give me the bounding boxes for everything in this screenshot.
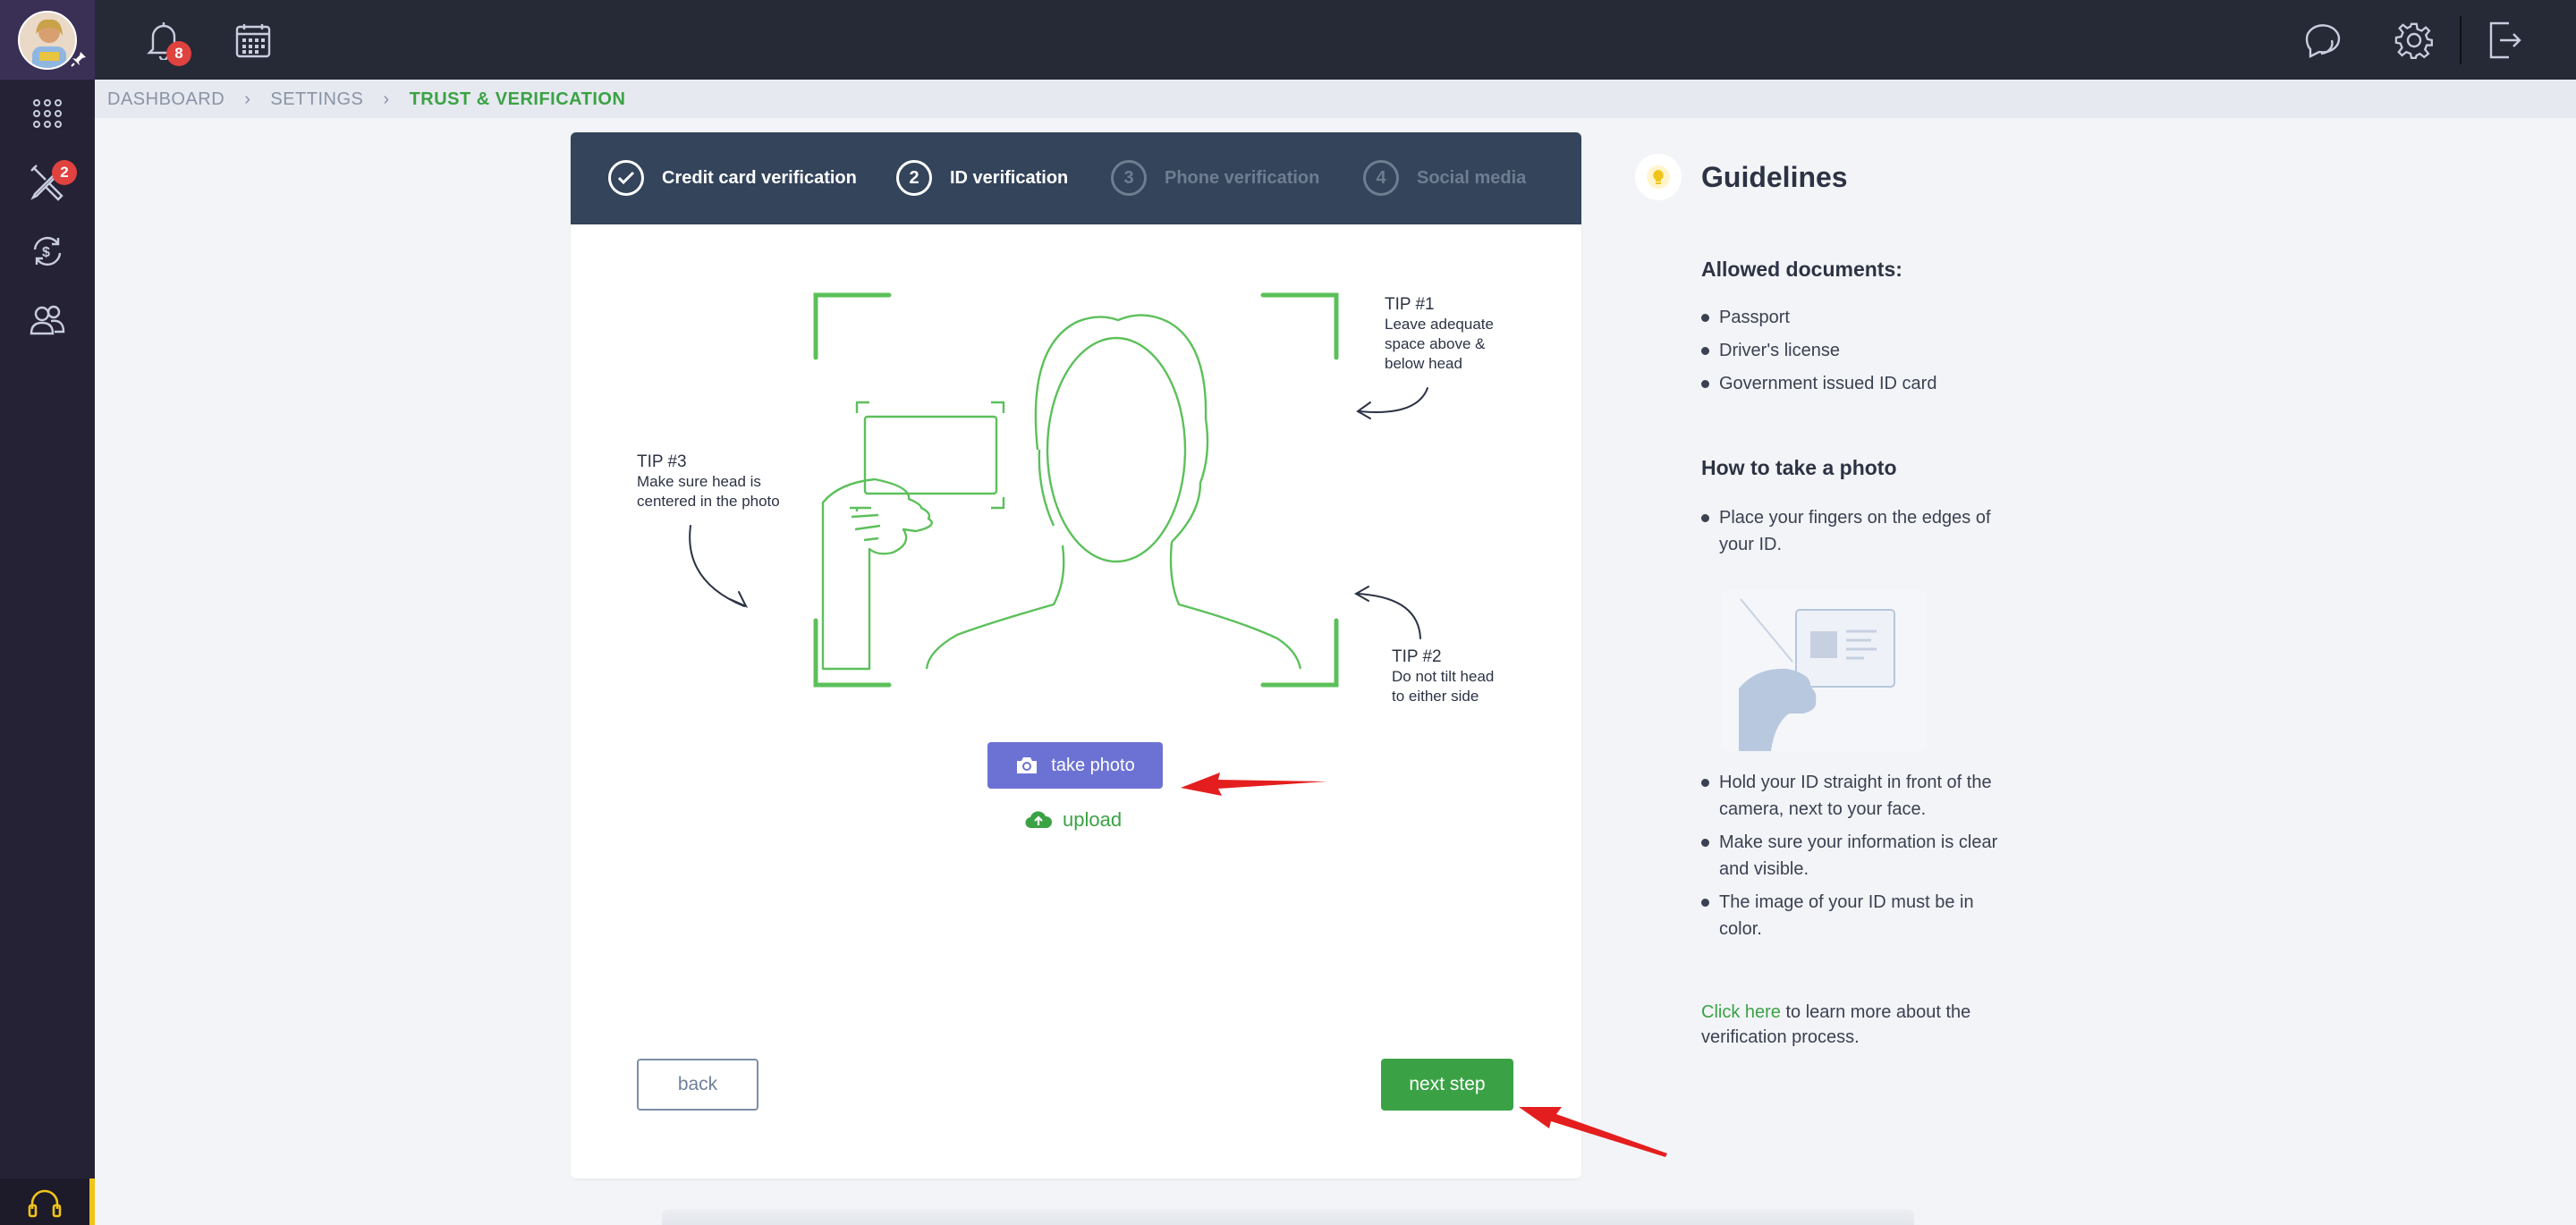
tip-text: Leave adequate [1385, 316, 1494, 333]
money-exchange-icon[interactable]: $ [0, 217, 95, 285]
chat-icon[interactable] [2302, 18, 2347, 63]
list-item: Driver's license [1701, 337, 2014, 364]
head-outline [925, 314, 1302, 670]
tip-title: TIP #1 [1385, 295, 1435, 314]
support-headset-icon[interactable] [0, 1179, 95, 1225]
step-number: 2 [896, 160, 932, 196]
step-label: Credit card verification [662, 167, 857, 188]
id-hold-example-image [1721, 590, 1927, 751]
lightbulb-icon [1635, 154, 1682, 200]
left-sidebar: 2 $ [0, 0, 95, 1225]
list-item: Make sure your information is clear and … [1701, 829, 2014, 883]
tip-1: TIP #1 Leave adequate space above & belo… [1385, 295, 1494, 374]
step-social-media[interactable]: 4 Social media [1363, 159, 1526, 197]
tools-badge: 2 [52, 160, 77, 185]
hand-with-id [821, 401, 1005, 671]
verification-card: Credit card verification 2 ID verificati… [571, 132, 1581, 1179]
click-here-link[interactable]: Click here [1701, 1002, 1781, 1022]
step-label: ID verification [950, 167, 1069, 188]
take-photo-button[interactable]: take photo [987, 742, 1163, 789]
next-step-button[interactable]: next step [1381, 1059, 1513, 1111]
tip-text: Do not tilt head [1392, 668, 1495, 685]
notifications-badge: 8 [166, 41, 191, 66]
pin-icon[interactable] [70, 50, 88, 68]
take-photo-label: take photo [1051, 755, 1135, 775]
tip-title: TIP #3 [637, 452, 687, 471]
tip-text: below head [1385, 355, 1462, 372]
upload-link[interactable]: upload [1025, 808, 1122, 832]
users-icon[interactable] [0, 286, 95, 354]
tip-arrows [689, 387, 1428, 639]
learn-more-text: Click here to learn more about the verif… [1701, 1000, 2023, 1050]
list-item: Hold your ID straight in front of the ca… [1701, 769, 2014, 823]
how-to-list-first: Place your fingers on the edges of your … [1701, 504, 2014, 564]
list-item: The image of your ID must be in color. [1701, 889, 2014, 942]
check-icon [608, 160, 644, 196]
breadcrumb-settings[interactable]: SETTINGS [270, 89, 363, 110]
step-phone-verification[interactable]: 3 Phone verification [1111, 159, 1319, 197]
tip-text: space above & [1385, 335, 1486, 352]
breadcrumb: DASHBOARD › SETTINGS › TRUST & VERIFICAT… [107, 89, 625, 110]
topbar-divider [2460, 16, 2462, 64]
allowed-documents-title: Allowed documents: [1701, 258, 1902, 281]
bell-icon[interactable]: 8 [141, 18, 191, 66]
apps-grid-icon[interactable] [0, 80, 95, 148]
breadcrumb-trust-verification: TRUST & VERIFICATION [409, 89, 626, 109]
logout-icon[interactable] [2483, 18, 2528, 63]
back-button[interactable]: back [637, 1059, 758, 1111]
camera-icon [1017, 757, 1038, 773]
step-label: Social media [1417, 167, 1527, 188]
gear-icon[interactable] [2392, 18, 2436, 63]
list-item: Passport [1701, 304, 2014, 331]
tip-title: TIP #2 [1392, 647, 1442, 666]
bottom-panel-edge [662, 1209, 1914, 1225]
top-bar: 8 [95, 0, 2576, 80]
avatar-area [0, 0, 95, 80]
tip-text: Make sure head is [637, 473, 761, 490]
list-item: Government issued ID card [1701, 370, 2014, 397]
upload-label: upload [1063, 808, 1123, 831]
step-id-verification[interactable]: 2 ID verification [896, 159, 1068, 197]
how-to-list-rest: Hold your ID straight in front of the ca… [1701, 769, 2014, 949]
svg-text:$: $ [42, 245, 50, 260]
allowed-documents-list: Passport Driver's license Government iss… [1701, 304, 2014, 403]
tip-2: TIP #2 Do not tilt head to either side [1392, 647, 1494, 706]
tip-text: centered in the photo [637, 493, 780, 510]
step-credit-card[interactable]: Credit card verification [608, 159, 857, 197]
tip-text: to either side [1392, 688, 1479, 705]
step-number: 4 [1363, 160, 1399, 196]
avatar[interactable] [18, 11, 77, 70]
how-to-title: How to take a photo [1701, 456, 1897, 479]
step-number: 3 [1111, 160, 1147, 196]
breadcrumb-bar: DASHBOARD › SETTINGS › TRUST & VERIFICAT… [95, 80, 2576, 118]
list-item: Place your fingers on the edges of your … [1701, 504, 2014, 558]
tools-icon[interactable]: 2 [0, 148, 95, 215]
chevron-right-icon: › [383, 89, 390, 109]
step-label: Phone verification [1165, 167, 1320, 188]
frame-corners [813, 292, 1339, 688]
calendar-icon[interactable] [231, 18, 275, 63]
chevron-right-icon: › [244, 89, 251, 109]
tip-3: TIP #3 Make sure head is centered in the… [637, 452, 780, 511]
cloud-upload-icon [1025, 811, 1052, 829]
stepper: Credit card verification 2 ID verificati… [571, 132, 1581, 224]
guidelines-title: Guidelines [1701, 161, 1848, 193]
breadcrumb-dashboard[interactable]: DASHBOARD [107, 89, 225, 110]
